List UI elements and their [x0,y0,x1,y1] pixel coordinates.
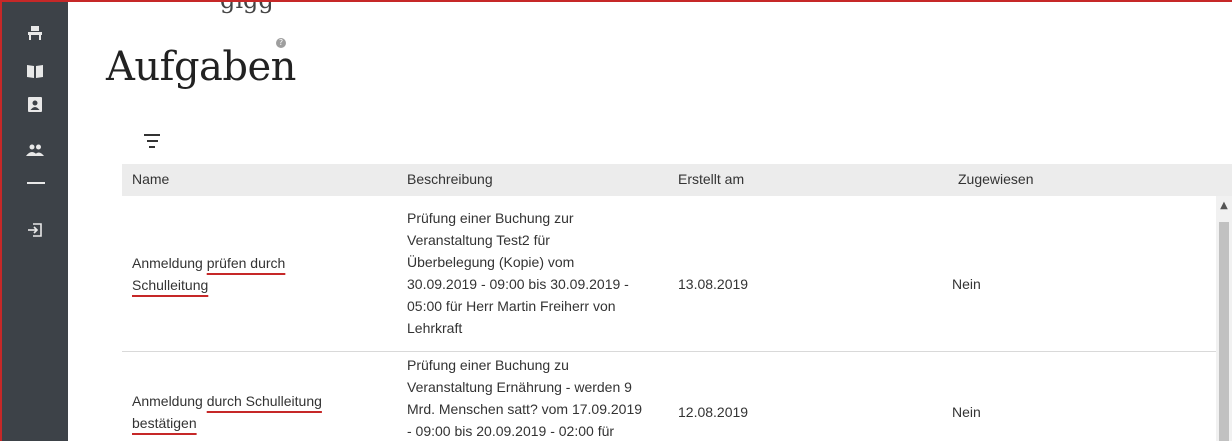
task-name-underlined[interactable]: prüfen durch [207,255,286,271]
help-icon[interactable]: ? [276,38,286,48]
task-name-plain[interactable]: Anmeldung [132,255,207,271]
task-created-date: 13.08.2019 [678,276,749,292]
scroll-up-arrow-icon[interactable]: ▲ [1216,200,1232,214]
description-line: Veranstaltung Test2 für [407,232,550,248]
task-assigned: Nein [952,276,981,292]
task-name-plain[interactable]: Anmeldung [132,393,207,409]
contact-card-icon[interactable] [24,93,46,115]
task-description: Prüfung einer Buchung zur Veranstaltung … [407,207,675,339]
task-description: Prüfung einer Buchung zu Veranstaltung E… [407,354,675,441]
description-line: 30.09.2019 - 09:00 bis 30.09.2019 - [407,276,629,292]
column-header-description[interactable]: Beschreibung [407,171,493,187]
cropped-heading: gigg [220,0,274,14]
filter-icon[interactable] [143,134,161,150]
sidebar-divider [27,182,45,184]
column-header-name[interactable]: Name [132,171,169,187]
sidebar [2,2,68,441]
task-name[interactable]: Anmeldung prüfen durch Schulleitung [132,252,362,296]
people-icon[interactable] [24,139,46,161]
task-name-underlined[interactable]: bestätigen [132,415,197,431]
table-row[interactable]: Anmeldung durch Schulleitung bestätigen … [122,352,1216,441]
table-header: Name Beschreibung Erstellt am Zugewiesen [122,164,1232,196]
description-line: Lehrkraft [407,320,463,336]
book-icon[interactable] [24,60,46,82]
logout-icon[interactable] [24,219,46,241]
table-row[interactable]: Anmeldung prüfen durch Schulleitung Prüf… [122,196,1216,352]
description-line: Veranstaltung Ernährung - werden 9 [407,379,632,395]
task-assigned: Nein [952,404,981,420]
description-line: - 09:00 bis 20.09.2019 - 02:00 für [407,423,615,439]
description-line: Überbelegung (Kopie) vom [407,254,575,270]
scrollbar[interactable]: ▲ [1216,196,1232,441]
task-created-date: 12.08.2019 [678,404,749,420]
description-line: Prüfung einer Buchung zur [407,210,574,226]
column-header-created[interactable]: Erstellt am [678,171,744,187]
page-title: Aufgaben [106,44,296,90]
scroll-thumb[interactable] [1219,222,1229,441]
description-line: Mrd. Menschen satt? vom 17.09.2019 [407,401,643,417]
description-line: 05:00 für Herr Martin Freiherr von [407,298,616,314]
task-name-underlined[interactable]: durch Schulleitung [207,393,322,409]
description-line: Prüfung einer Buchung zu [407,357,569,373]
task-name-underlined[interactable]: Schulleitung [132,277,208,293]
desk-icon[interactable] [24,22,46,44]
column-header-assigned[interactable]: Zugewiesen [958,171,1034,187]
task-name[interactable]: Anmeldung durch Schulleitung bestätigen [132,390,362,434]
